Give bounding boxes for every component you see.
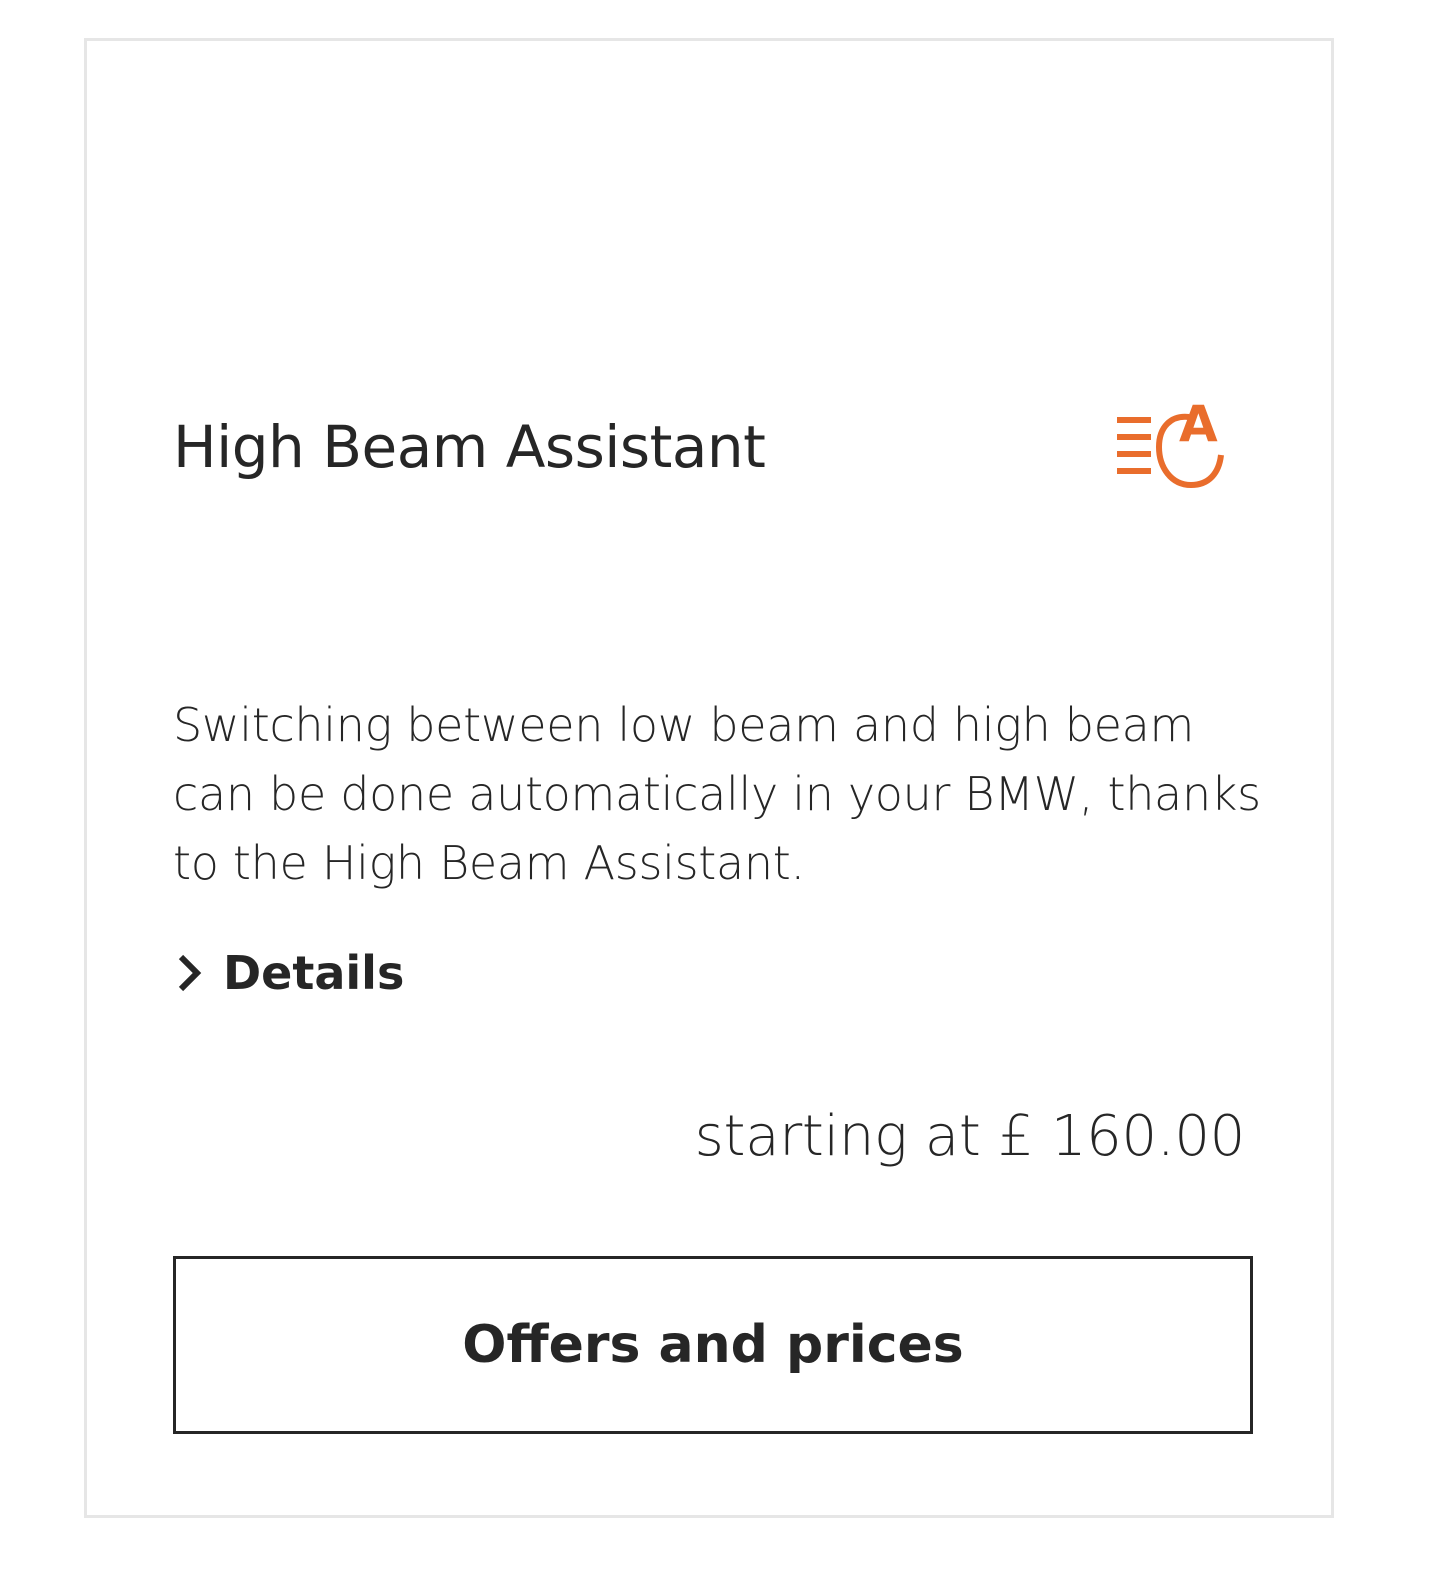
price-text: starting at £ 160.00 [694, 1104, 1246, 1169]
high-beam-assistant-icon: A [1117, 395, 1224, 489]
chevron-right-icon [178, 954, 202, 992]
product-title: High Beam Assistant [173, 413, 766, 481]
product-card: High Beam Assistant A Switching between … [84, 38, 1334, 1518]
svg-text:A: A [1179, 395, 1218, 453]
product-description: Switching between low beam and high beam… [173, 698, 1261, 890]
details-label: Details [223, 946, 405, 1000]
details-link[interactable]: Details [173, 941, 404, 1005]
offers-and-prices-button[interactable]: Offers and prices [173, 1256, 1253, 1434]
